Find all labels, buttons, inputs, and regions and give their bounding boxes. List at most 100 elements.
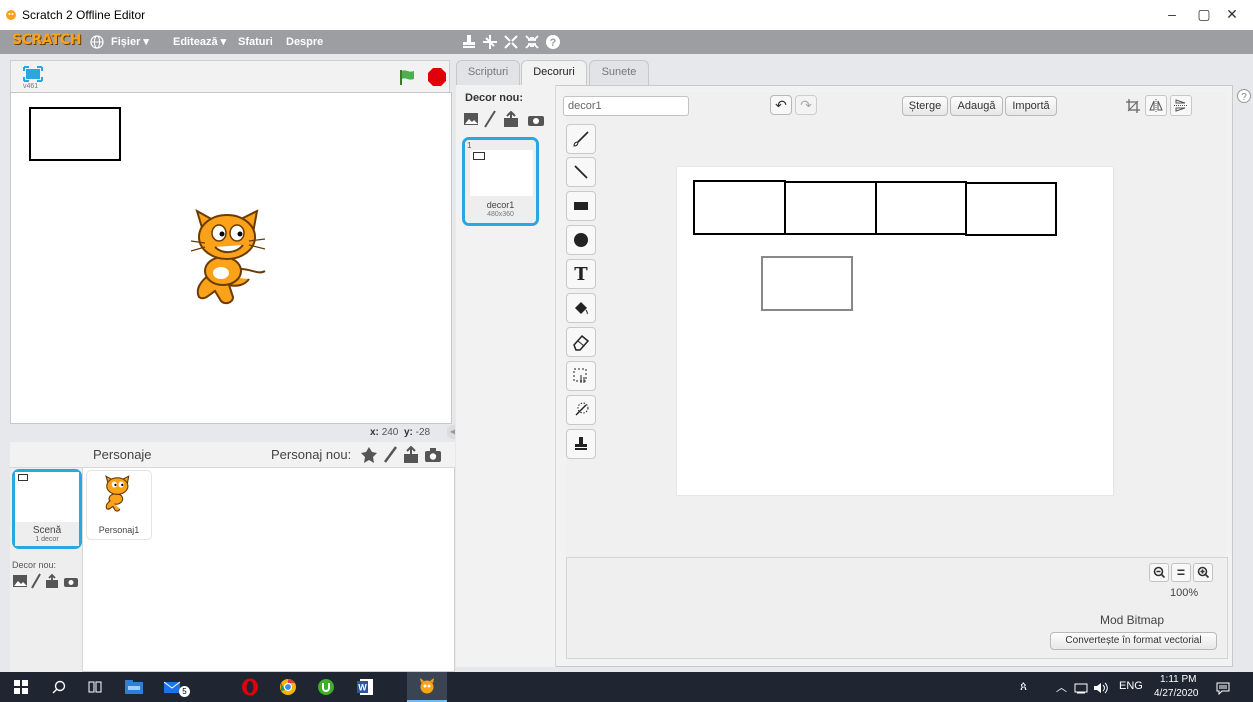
line-tool[interactable] — [566, 157, 596, 187]
maximize-button[interactable]: ▢ — [1192, 4, 1216, 24]
show-hidden-icons-icon[interactable]: ︿ — [1056, 679, 1067, 695]
cut-scissors-icon[interactable] — [481, 33, 499, 51]
stop-sign-icon[interactable] — [427, 67, 447, 87]
fill-tool[interactable] — [566, 293, 596, 323]
text-tool[interactable]: T — [566, 259, 596, 289]
version-label: v461 — [23, 83, 39, 90]
canvas-rectangle-5 — [761, 256, 853, 311]
crop-icon[interactable] — [1125, 98, 1141, 114]
windows-start-icon[interactable] — [2, 672, 40, 702]
minimize-button[interactable]: – — [1160, 4, 1184, 24]
window-title: Scratch 2 Offline Editor — [22, 8, 146, 22]
scratch-app-icon — [6, 10, 16, 20]
camera-costume-icon[interactable] — [527, 113, 545, 127]
tab-sounds[interactable]: Sunete — [589, 60, 649, 85]
paint-canvas[interactable] — [676, 166, 1114, 496]
paint-costume-icon[interactable] — [484, 110, 496, 128]
svg-text:?: ? — [550, 37, 557, 49]
paint-sprite-icon[interactable] — [382, 446, 398, 464]
task-view-icon[interactable] — [77, 672, 115, 702]
ellipse-icon — [574, 233, 588, 247]
duplicate-stamp-icon[interactable] — [460, 33, 478, 51]
sprite-library-icon[interactable] — [360, 446, 378, 464]
upload-sprite-icon[interactable] — [402, 446, 420, 464]
scratch-taskbar-icon[interactable] — [407, 672, 447, 702]
menu-file[interactable]: Fișier ▾ — [111, 34, 149, 50]
close-button[interactable]: ✕ — [1220, 4, 1244, 24]
text-icon: T — [574, 263, 588, 285]
clock-time[interactable]: 1:11 PM — [1160, 674, 1197, 685]
side-help-icon[interactable]: ? — [1236, 88, 1252, 104]
magic-wand-icon — [575, 402, 589, 416]
mail-icon[interactable]: 5 — [155, 672, 193, 702]
tab-scripts[interactable]: Scripturi — [456, 60, 520, 85]
grow-icon[interactable] — [502, 33, 520, 51]
costume-name-input[interactable]: decor1 — [563, 96, 689, 116]
sprite-thumbnail[interactable]: Personaj1 — [86, 470, 152, 540]
network-icon[interactable] — [1074, 682, 1088, 694]
word-icon[interactable]: W — [346, 672, 384, 702]
canvas-rectangle-3 — [875, 181, 967, 235]
utorrent-icon[interactable] — [307, 672, 345, 702]
green-flag-icon[interactable] — [398, 68, 416, 86]
menu-tips[interactable]: Sfaturi — [238, 34, 273, 50]
scratch-logo[interactable]: SCRATCH — [12, 32, 81, 52]
camera-backdrop-icon[interactable] — [63, 575, 79, 588]
svg-text:W: W — [358, 683, 367, 693]
costume-library-icon[interactable] — [463, 112, 479, 126]
redo-icon[interactable]: ↷ — [795, 95, 817, 115]
volume-icon[interactable] — [1093, 682, 1109, 694]
file-explorer-icon[interactable] — [115, 672, 153, 702]
zoom-reset-icon[interactable]: = — [1171, 563, 1191, 582]
stamp-tool[interactable] — [566, 429, 596, 459]
new-costume-label: Decor nou: — [465, 92, 524, 104]
zoom-in-icon[interactable] — [1193, 563, 1213, 582]
stage-thumb-sub: 1 decor — [35, 536, 59, 543]
convert-vector-button[interactable]: Convertește în format vectorial — [1050, 632, 1217, 650]
notifications-icon[interactable] — [1216, 682, 1230, 695]
flip-horizontal-icon[interactable] — [1145, 95, 1167, 116]
stage-header: v461 — [10, 60, 450, 92]
stage-canvas[interactable] — [10, 92, 452, 424]
select-icon — [573, 368, 587, 383]
flip-vertical-icon[interactable] — [1170, 95, 1192, 116]
language-indicator[interactable]: ENG — [1119, 680, 1143, 692]
paint-bucket-icon — [575, 302, 588, 315]
sprite-thumb-label: Personaj1 — [98, 525, 140, 535]
chrome-icon[interactable] — [269, 672, 307, 702]
globe-icon[interactable] — [90, 35, 104, 49]
menu-edit[interactable]: Editează ▾ — [173, 34, 226, 50]
import-button[interactable]: Importă — [1005, 96, 1057, 116]
help-icon[interactable]: ? — [544, 33, 562, 51]
add-button[interactable]: Adaugă — [950, 96, 1003, 116]
rectangle-tool[interactable] — [566, 191, 596, 221]
select-tool[interactable] — [566, 361, 596, 391]
eraser-tool[interactable] — [566, 327, 596, 357]
fullscreen-icon[interactable] — [23, 66, 43, 82]
backdrop-library-icon[interactable] — [12, 574, 28, 588]
upload-costume-icon[interactable] — [502, 111, 520, 127]
paint-backdrop-icon[interactable] — [31, 573, 41, 589]
zoom-out-icon[interactable] — [1149, 563, 1169, 582]
line-icon — [574, 165, 588, 179]
ellipse-tool[interactable] — [566, 225, 596, 255]
cat-sprite[interactable] — [189, 209, 279, 307]
undo-icon[interactable]: ↶ — [770, 95, 792, 115]
search-icon[interactable] — [40, 672, 78, 702]
costume-thumbnail[interactable]: 1 decor1 480x360 — [462, 137, 539, 226]
brush-tool[interactable] — [566, 124, 596, 154]
upload-backdrop-icon[interactable] — [44, 574, 60, 588]
menu-about[interactable]: Despre — [286, 34, 323, 50]
clear-button[interactable]: Șterge — [902, 96, 948, 116]
camera-sprite-icon[interactable] — [424, 447, 442, 463]
costume-thumb-size: 480x360 — [487, 211, 514, 218]
clock-date[interactable]: 4/27/2020 — [1154, 688, 1199, 699]
opera-icon[interactable] — [231, 672, 269, 702]
stage-thumbnail[interactable]: Scenă 1 decor — [12, 469, 82, 549]
people-icon[interactable]: ጰ — [1020, 679, 1027, 694]
shrink-icon[interactable] — [523, 33, 541, 51]
costume-number: 1 — [467, 141, 472, 150]
tab-backdrops[interactable]: Decoruri — [521, 60, 587, 86]
stamp-icon — [575, 437, 587, 450]
remove-background-tool[interactable] — [566, 395, 596, 425]
